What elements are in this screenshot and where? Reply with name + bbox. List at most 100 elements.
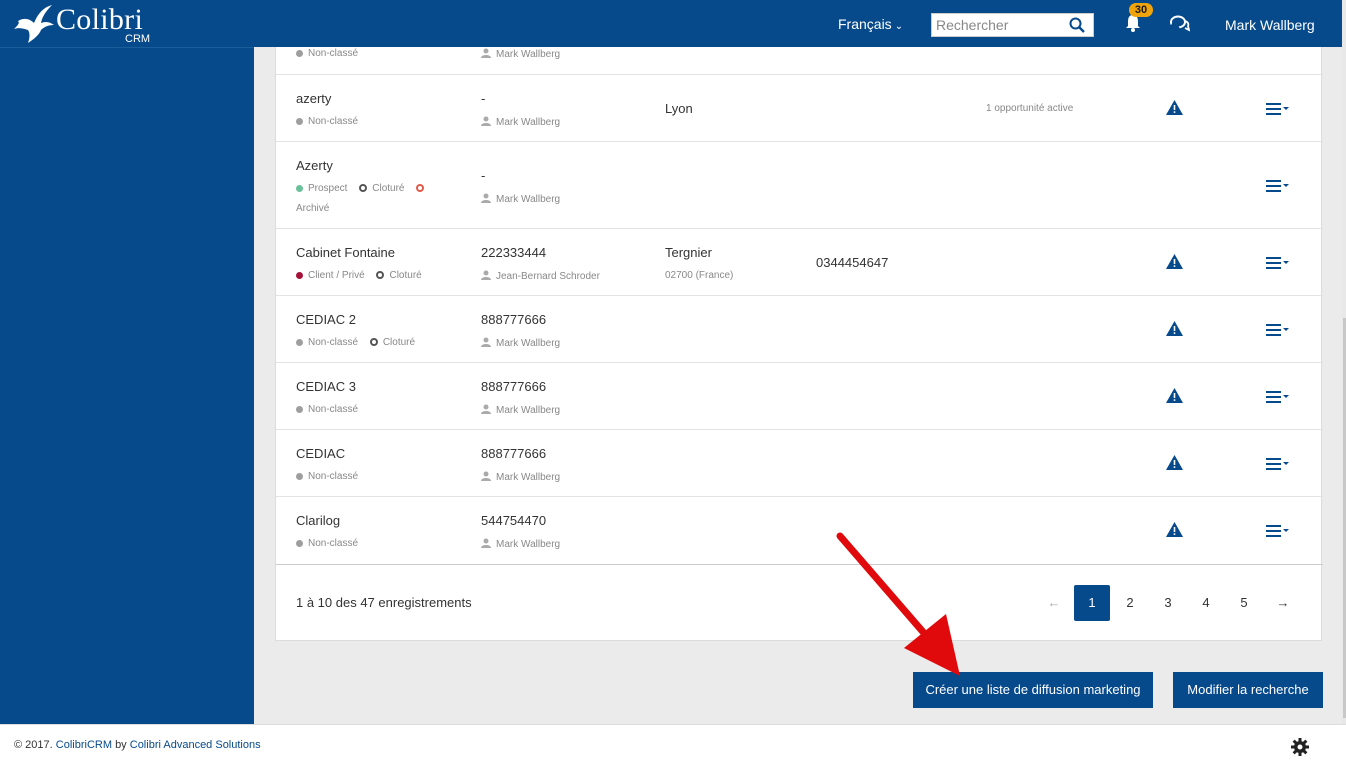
opportunity-count: 1 opportunité active — [986, 103, 1074, 114]
pagination-summary: 1 à 10 des 47 enregistrements — [296, 595, 472, 610]
warning-icon[interactable] — [1166, 388, 1183, 403]
user-icon — [481, 471, 491, 481]
table-row[interactable]: Cabinet Fontaine Client / Privé Cloturé … — [276, 229, 1323, 296]
siren-number: 888777666 — [481, 379, 547, 394]
create-marketing-list-button[interactable]: Créer une liste de diffusion marketing — [913, 672, 1153, 708]
row-menu-icon[interactable] — [1266, 391, 1290, 403]
category-tag: Cloturé — [389, 270, 422, 281]
category-tag: Cloturé — [382, 337, 416, 348]
warning-icon[interactable] — [1166, 321, 1183, 336]
company-name[interactable]: Cabinet Fontaine — [296, 245, 395, 260]
siren-number: - — [481, 91, 486, 106]
category-tag: Prospect — [308, 183, 348, 194]
table-row[interactable]: azerty Non-classé - Mark Wallberg Lyon 1… — [276, 75, 1323, 142]
siren-number: 888777666 — [481, 446, 547, 461]
pagination-page[interactable]: 5 — [1226, 585, 1262, 621]
category-tag: Archivé — [296, 203, 330, 214]
company-name[interactable]: Clarilog — [296, 513, 340, 528]
row-menu-icon[interactable] — [1266, 180, 1290, 192]
pagination-page[interactable]: 4 — [1188, 585, 1224, 621]
pagination-page[interactable]: 3 — [1150, 585, 1186, 621]
category-tag: Client / Privé — [308, 270, 365, 281]
row-menu-icon[interactable] — [1266, 458, 1290, 470]
status-ring — [416, 184, 425, 193]
status-dot — [296, 271, 303, 279]
user-icon — [481, 48, 491, 58]
notification-badge: 30 — [1129, 3, 1153, 17]
postal-code: 02700 (France) — [665, 270, 734, 281]
owner-name: Mark Wallberg — [496, 405, 561, 416]
product-link[interactable]: ColibriCRM — [56, 739, 112, 751]
company-name[interactable]: CEDIAC — [296, 446, 345, 461]
category-tag: Non-classé — [308, 404, 359, 415]
status-ring — [359, 184, 368, 193]
sidebar — [0, 47, 254, 724]
pagination-next[interactable]: → — [1265, 585, 1301, 621]
category-tag: Non-classé — [308, 538, 359, 549]
user-icon — [481, 116, 491, 126]
owner-name: Mark Wallberg — [496, 472, 561, 483]
status-dot — [296, 117, 303, 125]
user-icon — [481, 270, 491, 280]
status-dot — [296, 338, 303, 346]
table-row[interactable]: CEDIAC 3 Non-classé 888777666 Mark Wallb… — [276, 363, 1323, 430]
app-logo[interactable]: Colibri CRM — [12, 3, 162, 45]
companies-table-card: Non-classé Mark Wallberg azerty Non-clas… — [275, 19, 1323, 641]
warning-icon[interactable] — [1166, 100, 1183, 115]
company-name[interactable]: CEDIAC 2 — [296, 312, 356, 327]
owner-name: Jean-Bernard Schroder — [496, 271, 600, 282]
modify-search-button[interactable]: Modifier la recherche — [1173, 672, 1323, 708]
row-menu-icon[interactable] — [1266, 103, 1290, 115]
company-name[interactable]: azerty — [296, 91, 331, 106]
status-dot — [296, 539, 303, 547]
row-menu-icon[interactable] — [1266, 525, 1290, 537]
table-row[interactable]: Clarilog Non-classé 544754470 Mark Wallb… — [276, 497, 1323, 565]
company-name[interactable]: CEDIAC 3 — [296, 379, 356, 394]
user-icon — [481, 193, 491, 203]
table-row[interactable]: Azerty Prospect Cloturé Archivé - Mark W… — [276, 142, 1323, 229]
row-menu-icon[interactable] — [1266, 257, 1290, 269]
table-row[interactable]: CEDIAC Non-classé 888777666 Mark Wallber… — [276, 430, 1323, 497]
city: Tergnier — [665, 245, 712, 260]
city: Lyon — [665, 101, 693, 116]
siren-number: - — [481, 168, 486, 183]
category-tag: Cloturé — [372, 183, 405, 194]
user-icon — [481, 404, 491, 414]
category-tag: Non-classé — [308, 471, 359, 482]
owner-name: Mark Wallberg — [496, 539, 561, 550]
warning-icon[interactable] — [1166, 19, 1183, 34]
siren-number: 888777666 — [481, 312, 547, 327]
status-dot — [296, 472, 303, 480]
user-icon — [481, 538, 491, 548]
user-icon — [481, 337, 491, 347]
category-tag: Non-classé — [308, 48, 359, 59]
warning-icon[interactable] — [1166, 522, 1183, 537]
category-tag: Non-classé — [308, 337, 359, 348]
warning-icon[interactable] — [1166, 254, 1183, 269]
owner-name: Mark Wallberg — [496, 338, 561, 349]
category-tag: Non-classé — [308, 116, 359, 127]
phone-number: 0344454647 — [816, 255, 889, 270]
siren-number: 222333444 — [481, 245, 547, 260]
company-link[interactable]: Colibri Advanced Solutions — [130, 739, 261, 751]
owner-name: Mark Wallberg — [496, 117, 561, 128]
status-ring — [376, 271, 385, 280]
company-name[interactable]: Azerty — [296, 158, 333, 173]
owner-name: Mark Wallberg — [496, 49, 561, 60]
footer: © 2017. ColibriCRM by Colibri Advanced S… — [0, 724, 1346, 764]
status-dot — [296, 49, 303, 57]
row-menu-icon[interactable] — [1266, 324, 1290, 336]
owner-name: Mark Wallberg — [496, 194, 561, 205]
status-dot — [296, 184, 303, 192]
table-row[interactable]: Non-classé Mark Wallberg — [276, 19, 1323, 75]
pagination-page[interactable]: 1 — [1074, 585, 1110, 621]
siren-number: 544754470 — [481, 513, 547, 528]
pagination-prev[interactable]: ← — [1036, 585, 1072, 621]
gear-icon[interactable] — [1291, 738, 1309, 756]
table-row[interactable]: CEDIAC 2 Non-classé Cloturé 888777666 Ma… — [276, 296, 1323, 363]
pagination-page[interactable]: 2 — [1112, 585, 1148, 621]
warning-icon[interactable] — [1166, 455, 1183, 470]
logo-name: Colibri — [56, 3, 144, 36]
logo-subtitle: CRM — [125, 33, 151, 45]
status-dot — [296, 405, 303, 413]
